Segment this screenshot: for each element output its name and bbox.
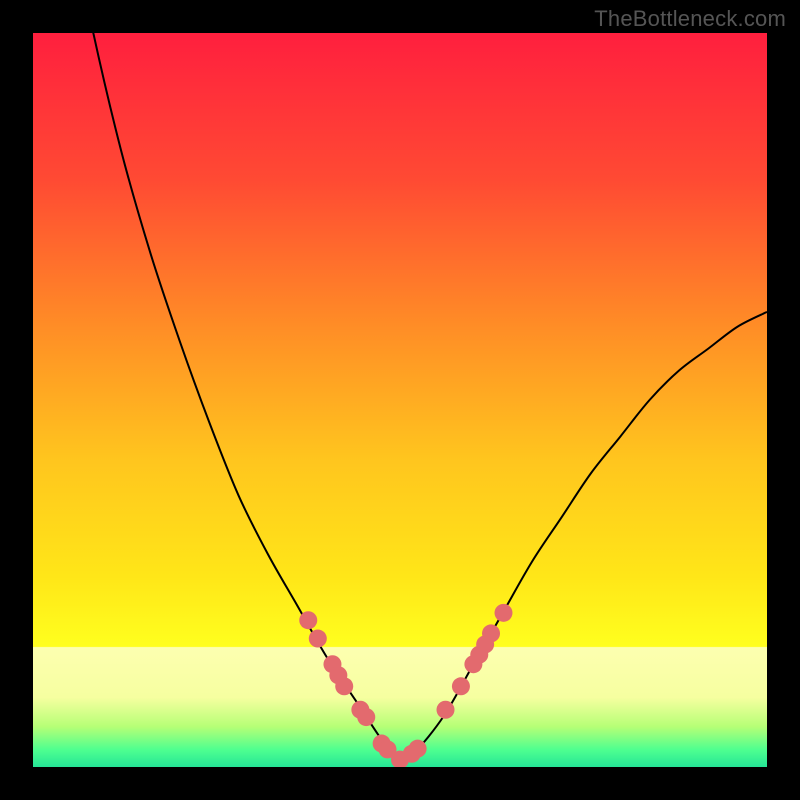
curve-dot: [437, 701, 455, 719]
curve-dot: [409, 740, 427, 758]
curve-dot: [482, 624, 500, 642]
curve-dot: [494, 604, 512, 622]
curve-dot: [335, 677, 353, 695]
curve-dot: [357, 708, 375, 726]
curve-layer: [33, 33, 767, 767]
plot-area: [33, 33, 767, 767]
curve-dot: [452, 677, 470, 695]
curve-dot: [299, 611, 317, 629]
curve-dot: [309, 630, 327, 648]
chart-stage: TheBottleneck.com: [0, 0, 800, 800]
curve-dots: [299, 604, 512, 767]
bottleneck-curve: [33, 33, 767, 760]
watermark-text: TheBottleneck.com: [594, 6, 786, 32]
